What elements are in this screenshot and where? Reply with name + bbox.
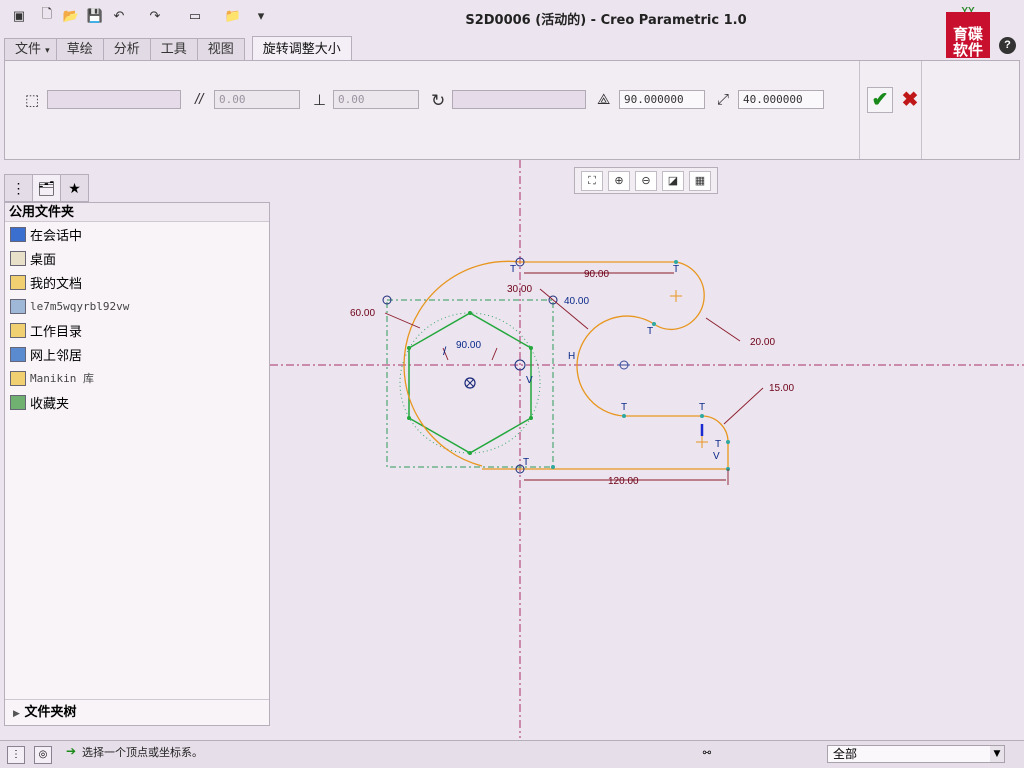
documents-icon: [10, 274, 26, 290]
status-message: 选择一个顶点或坐标系。: [82, 746, 203, 759]
desktop-icon: [10, 250, 26, 266]
dim-r20[interactable]: 20.00: [750, 337, 775, 348]
tab-rotate-resize[interactable]: 旋转调整大小: [251, 36, 352, 60]
tab-file-label: 文件: [15, 42, 42, 57]
vertical-move-icon: ⊥: [313, 92, 327, 109]
dim-r15[interactable]: 15.00: [769, 383, 794, 394]
folder-item-computer[interactable]: le7m5wqyrbl92vw: [5, 294, 269, 318]
status-bar: ⋮ ◎ ➔ 选择一个顶点或坐标系。 ⚯ 全部 ▼: [0, 740, 1024, 768]
computer-icon: [10, 298, 26, 314]
sketch-canvas[interactable]: / 90.00 30.00 40.00 60.00 90.00 20.00 15…: [270, 160, 1024, 738]
folder-browser-icon: 🗂: [37, 180, 56, 196]
horizontal-move-icon: //: [195, 91, 204, 108]
folder-item-label: 收藏夹: [30, 396, 70, 412]
folder-item-label: Manikin 库: [30, 372, 94, 385]
tab-analysis[interactable]: 分析: [102, 38, 151, 60]
folder-item-label: le7m5wqyrbl92vw: [30, 299, 130, 313]
dim-d60[interactable]: 60.00: [350, 308, 375, 319]
folder-item-network[interactable]: 网上邻居: [5, 342, 269, 366]
scale-icon: ⤢: [717, 91, 730, 108]
rotate-reference-field[interactable]: [452, 90, 586, 109]
rotate-reference-icon: ↻: [431, 91, 446, 110]
ribbon-separator: [859, 61, 860, 159]
network-icon: [10, 346, 26, 362]
manikin-icon: [10, 370, 26, 386]
favorites-tab-icon: ★: [68, 180, 81, 196]
dim-bottom-length[interactable]: 120.00: [608, 476, 639, 487]
constraint-tangent: T: [699, 402, 705, 413]
constraint-tangent: T: [621, 402, 627, 413]
help-icon[interactable]: ?: [999, 37, 1016, 54]
window-title: S2D0006 (活动的) - Creo Parametric 1.0: [465, 13, 747, 28]
filter-value: 全部: [833, 747, 858, 761]
panel-header: 公用文件夹: [5, 203, 269, 222]
selection-icon[interactable]: ⚯: [696, 746, 718, 764]
model-tree-toggle-icon[interactable]: ⋮: [7, 746, 25, 764]
folder-item-label: 在会话中: [30, 228, 83, 244]
scale-field[interactable]: [738, 90, 824, 109]
favorites-icon: [10, 394, 26, 410]
chevron-down-icon: ▾: [45, 46, 50, 56]
cancel-button[interactable]: ✖: [899, 88, 921, 112]
dim-top-length[interactable]: 90.00: [584, 269, 609, 280]
horizontal-field[interactable]: [214, 90, 300, 109]
dim-angle[interactable]: 90.00: [456, 340, 481, 351]
folder-item-label: 桌面: [30, 252, 57, 268]
constraint-horizontal: H: [568, 351, 575, 362]
message-arrow-icon: ➔: [66, 744, 77, 758]
constraint-tangent: T: [673, 264, 679, 275]
ribbon-separator: [921, 61, 922, 159]
constraint-tangent: T: [510, 264, 516, 275]
tab-view[interactable]: 视图: [196, 38, 245, 60]
folder-item-label: 网上邻居: [30, 348, 83, 364]
folder-item-favorites[interactable]: 收藏夹: [5, 390, 269, 414]
dim-r40[interactable]: 40.00: [564, 296, 589, 307]
angle-icon: ⟁: [597, 91, 611, 108]
tab-tools[interactable]: 工具: [149, 38, 198, 60]
folder-browser-tab[interactable]: 🗂: [32, 174, 61, 202]
folder-item-label: 工作目录: [30, 324, 83, 340]
folder-item-manikin[interactable]: Manikin 库: [5, 366, 269, 390]
reference-field[interactable]: [47, 90, 181, 109]
session-icon: [10, 226, 26, 242]
constraint-tangent: T: [647, 326, 653, 337]
folder-item-session[interactable]: 在会话中: [5, 222, 269, 246]
folder-tree-label: 文件夹树: [24, 705, 77, 720]
reference-icon: ⬚: [25, 92, 40, 109]
selection-filter[interactable]: 全部 ▼: [827, 745, 1005, 763]
folder-tree-toggle[interactable]: ▶ 文件夹树: [5, 699, 269, 725]
constraint-vertical: V: [526, 375, 533, 386]
folder-item-label: 我的文档: [30, 276, 83, 292]
working-dir-icon: [10, 322, 26, 338]
constraint-vertical: V: [713, 451, 720, 462]
model-tree-tab[interactable]: ⋮: [4, 174, 33, 202]
folder-browser-panel: 公用文件夹 在会话中 桌面 我的文档 le7m5wqyrbl92vw 工作目录 …: [4, 202, 270, 726]
tab-sketch[interactable]: 草绘: [55, 38, 104, 60]
rotate-resize-ribbon: ⬚ // ⊥ ↻ ⟁ ⤢ ✔ ✖: [4, 60, 1020, 160]
ribbon-tabs: 文件 ▾ 草绘 分析 工具 视图 旋转调整大小: [4, 36, 352, 60]
chevron-right-icon: ▶: [13, 709, 20, 719]
constraint-tangent: T: [715, 439, 721, 450]
logo: 育碟软件: [946, 12, 990, 58]
ok-button[interactable]: ✔: [867, 87, 893, 113]
tab-file[interactable]: 文件 ▾: [4, 38, 57, 60]
dim-r30[interactable]: 30.00: [507, 284, 532, 295]
folder-item-desktop[interactable]: 桌面: [5, 246, 269, 270]
favorites-tab[interactable]: ★: [60, 174, 89, 202]
vertical-field[interactable]: [333, 90, 419, 109]
folder-item-working-dir[interactable]: 工作目录: [5, 318, 269, 342]
folder-item-documents[interactable]: 我的文档: [5, 270, 269, 294]
navigator-tabs: ⋮ 🗂 ★: [4, 174, 89, 202]
title-bar: ▣ 🗋 📂 💾 ↶ ↷ ▭ 📁 ▾ S2D0006 (活动的) - Creo P…: [0, 0, 1024, 34]
chevron-down-icon[interactable]: ▼: [990, 746, 1004, 762]
model-tree-icon: ⋮: [11, 180, 26, 196]
angle-field[interactable]: [619, 90, 705, 109]
constraint-tangent: T: [523, 457, 529, 468]
browser-toggle-icon[interactable]: ◎: [34, 746, 52, 764]
